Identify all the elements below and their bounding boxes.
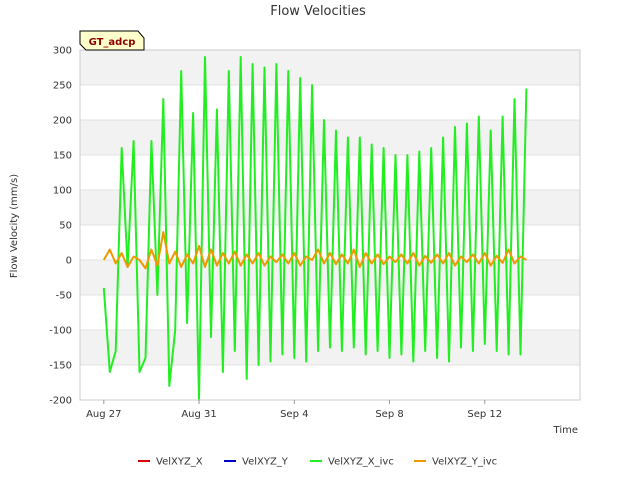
y-axis-label: Flow Velocity (mm/s) bbox=[9, 174, 20, 278]
legend-item: VelXYZ_Y_ivc bbox=[414, 457, 497, 468]
x-tick-label: Aug 27 bbox=[86, 409, 121, 420]
background-band bbox=[80, 260, 580, 295]
chart-title: Flow Velocities bbox=[270, 4, 366, 19]
legend-label: VelXYZ_X_ivc bbox=[328, 457, 394, 468]
x-axis-label: Time bbox=[553, 425, 578, 436]
y-tick-label: 200 bbox=[53, 116, 72, 127]
x-tick-label: Aug 31 bbox=[181, 409, 216, 420]
x-tick-labels: Aug 27 Aug 31 Sep 4 Sep 8 Sep 12 bbox=[86, 400, 502, 420]
legend-label: VelXYZ_Y_ivc bbox=[432, 457, 497, 468]
x-tick-label: Sep 8 bbox=[375, 409, 403, 420]
background-band bbox=[80, 50, 580, 85]
y-tick-label: -150 bbox=[49, 361, 72, 372]
y-tick-label: 100 bbox=[53, 186, 72, 197]
y-tick-label: 0 bbox=[66, 256, 72, 267]
flow-velocities-chart: Flow Velocities -200 -150 -100 -50 0 50 100 150… bbox=[9, 4, 581, 468]
background-band bbox=[80, 120, 580, 155]
y-tick-label: 150 bbox=[53, 151, 72, 162]
background-band bbox=[80, 365, 580, 400]
background-band bbox=[80, 85, 580, 120]
y-tick-labels: -200 -150 -100 -50 0 50 100 150 200 250 300 bbox=[49, 46, 72, 407]
site-tag: GT_adcp bbox=[79, 30, 145, 51]
y-tick-label: 250 bbox=[53, 81, 72, 92]
y-tick-label: -200 bbox=[49, 396, 72, 407]
y-tick-label: -50 bbox=[56, 291, 72, 302]
legend-label: VelXYZ_Y bbox=[242, 457, 289, 468]
x-tick-label: Sep 4 bbox=[280, 409, 308, 420]
legend-item: VelXYZ_X bbox=[138, 457, 203, 468]
legend-item: VelXYZ_X_ivc bbox=[310, 457, 394, 468]
site-tag-label: GT_adcp bbox=[89, 37, 136, 48]
legend-label: VelXYZ_X bbox=[156, 457, 203, 468]
y-tick-label: 50 bbox=[59, 221, 72, 232]
x-tick-label: Sep 12 bbox=[467, 409, 502, 420]
legend: VelXYZ_X VelXYZ_Y VelXYZ_X_ivc VelXYZ_Y_ivc bbox=[138, 457, 497, 468]
y-tick-label: -100 bbox=[49, 326, 72, 337]
y-tick-label: 300 bbox=[53, 46, 72, 57]
legend-item: VelXYZ_Y bbox=[224, 457, 289, 468]
